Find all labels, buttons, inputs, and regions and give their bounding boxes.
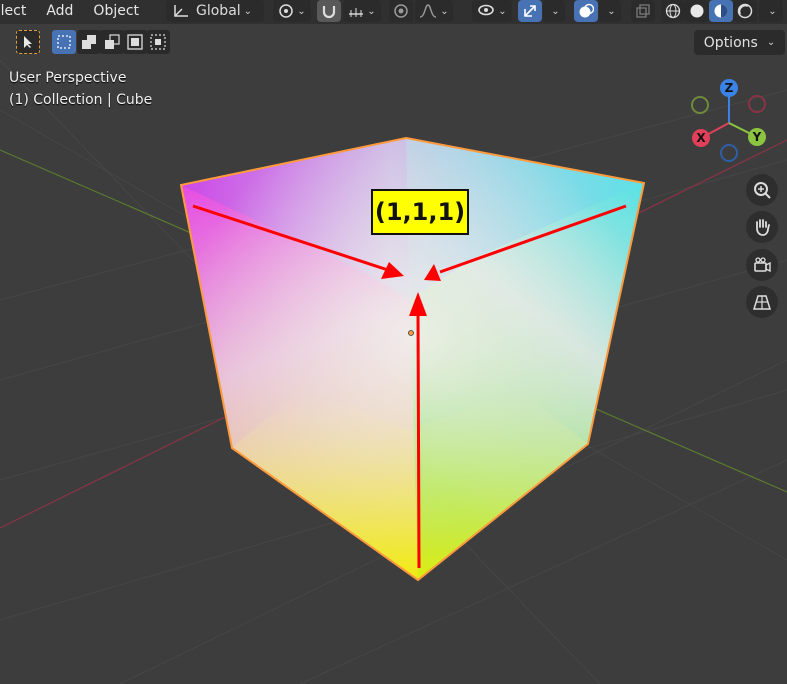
- x-axis-label: X: [696, 131, 706, 145]
- chevron-down-icon: ⌄: [297, 5, 306, 17]
- chevron-down-icon: ⌄: [243, 5, 253, 17]
- select-extend-icon: [82, 35, 96, 49]
- navigation-gizmo[interactable]: Z X Y: [686, 76, 776, 166]
- pan-hand-icon[interactable]: [746, 211, 778, 243]
- view-perspective-label: User Perspective: [9, 70, 127, 86]
- gizmo-toggle[interactable]: [518, 0, 542, 22]
- magnet-icon: [322, 6, 336, 19]
- neg-z-axis-dot: [720, 144, 738, 162]
- chevron-down-icon: ⌄: [766, 37, 776, 48]
- neg-x-axis-dot: [748, 95, 766, 113]
- pivot-point-dropdown[interactable]: ⌄: [273, 0, 311, 22]
- select-subtract-mode-button[interactable]: [100, 30, 124, 54]
- solid-sphere-icon: [690, 4, 704, 18]
- overlays-toggle[interactable]: [574, 0, 598, 22]
- select-new-mode-button[interactable]: [52, 30, 76, 54]
- orientation-label: Global: [196, 3, 241, 19]
- shading-options-dropdown[interactable]: ⌄: [759, 0, 783, 22]
- falloff-curve-icon: [420, 4, 437, 18]
- collection-label: (1) Collection | Cube: [9, 92, 153, 108]
- options-label: Options: [703, 34, 758, 51]
- proportional-editing-toggle[interactable]: [389, 0, 413, 22]
- gizmo-dropdown[interactable]: ⌄: [543, 0, 565, 22]
- snap-increment-icon: [349, 8, 364, 17]
- solid-shading-button[interactable]: [685, 0, 709, 22]
- header-menu: elect Add Object: [0, 0, 149, 24]
- wireframe-sphere-icon: [665, 3, 681, 19]
- perspective-grid-icon[interactable]: [746, 286, 778, 318]
- select-subtract-icon: [105, 34, 120, 49]
- chevron-down-icon: ⌄: [440, 5, 449, 17]
- z-axis-label: Z: [725, 81, 734, 95]
- options-dropdown[interactable]: Options ⌄: [694, 30, 785, 55]
- select-intersect-icon: [150, 34, 166, 50]
- chevron-down-icon: ⌄: [607, 5, 616, 17]
- snap-target-dropdown[interactable]: ⌄: [343, 0, 381, 22]
- pivot-icon: [279, 4, 294, 18]
- overlays-dropdown[interactable]: ⌄: [599, 0, 621, 22]
- cursor-arrow-icon: [24, 36, 32, 48]
- chevron-down-icon: ⌄: [498, 5, 507, 17]
- select-invert-mode-button[interactable]: [123, 30, 147, 54]
- proportional-edit-icon: [394, 4, 408, 18]
- chevron-down-icon: ⌄: [768, 5, 777, 17]
- gizmo-arrows-icon: [524, 5, 536, 17]
- select-menu[interactable]: elect: [0, 0, 36, 24]
- rendered-shading-button[interactable]: [733, 0, 757, 22]
- zoom-icon[interactable]: [746, 174, 778, 206]
- 3d-viewport[interactable]: (1,1,1) User Perspective (1) Collection …: [0, 0, 787, 684]
- xray-icon: [636, 4, 650, 18]
- select-invert-icon: [127, 34, 143, 50]
- add-menu[interactable]: Add: [36, 0, 83, 24]
- select-intersect-mode-button[interactable]: [146, 30, 170, 54]
- select-extend-mode-button[interactable]: [77, 30, 101, 54]
- material-sphere-icon: [714, 4, 728, 18]
- wireframe-shading-button[interactable]: [661, 0, 685, 22]
- select-new-icon: [57, 35, 71, 49]
- orientation-axes-icon: [174, 5, 188, 17]
- camera-view-icon[interactable]: [746, 249, 778, 281]
- transform-orientation-dropdown[interactable]: Global ⌄: [166, 0, 264, 22]
- xray-toggle[interactable]: [631, 0, 655, 22]
- select-tool-button[interactable]: [16, 30, 40, 54]
- annotation-label: (1,1,1): [371, 189, 469, 235]
- y-axis-label: Y: [752, 130, 762, 144]
- object-menu[interactable]: Object: [83, 0, 149, 24]
- material-preview-shading-button[interactable]: [709, 0, 733, 22]
- rendered-sphere-icon: [737, 3, 753, 19]
- overlays-icon: [579, 3, 594, 18]
- selectability-visibility-dropdown[interactable]: ⌄: [472, 0, 512, 22]
- snap-toggle[interactable]: [317, 0, 341, 22]
- eye-cursor-icon: [478, 4, 495, 16]
- chevron-down-icon: ⌄: [551, 5, 560, 17]
- chevron-down-icon: ⌄: [367, 5, 376, 17]
- falloff-dropdown[interactable]: ⌄: [415, 0, 453, 22]
- neg-y-axis-dot: [691, 96, 709, 114]
